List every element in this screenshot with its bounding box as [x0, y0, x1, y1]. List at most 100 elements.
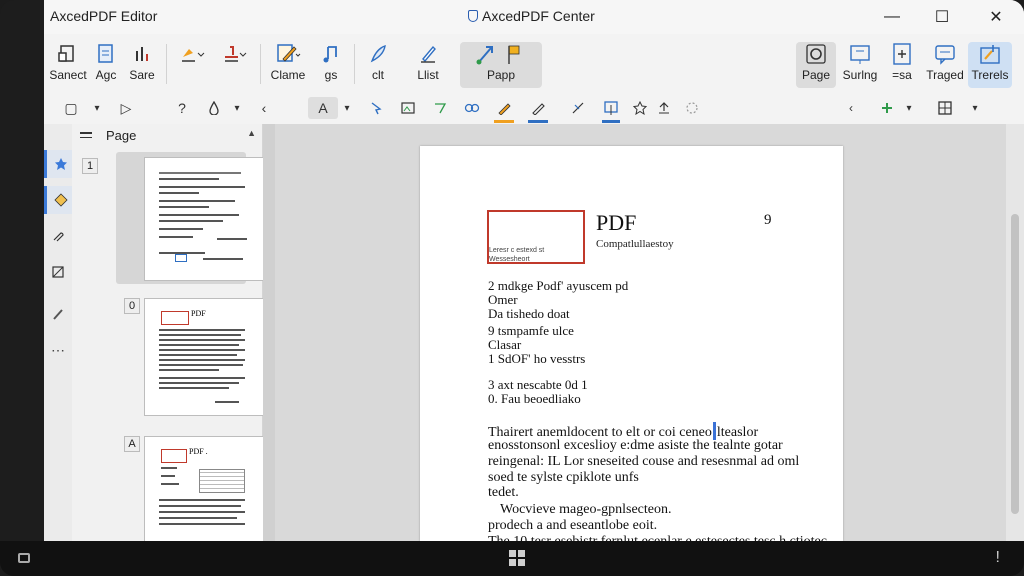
text-tool-button[interactable]: A — [308, 97, 338, 119]
comment-icon — [932, 42, 958, 66]
document-subtitle: Compatlullaestoy — [596, 238, 674, 250]
chevron-down-icon[interactable]: ▾ — [230, 97, 244, 119]
doc-line: Da tishedo doat — [488, 306, 570, 321]
help-button[interactable]: ? — [172, 97, 192, 119]
rail-bookmark-icon[interactable] — [44, 150, 75, 178]
thumbnail-page-2[interactable]: PDF — [144, 298, 264, 416]
ribbon-list-button[interactable]: Llist — [410, 42, 446, 88]
add-page-icon — [889, 42, 915, 66]
chevron-down-icon[interactable]: ▾ — [902, 97, 916, 119]
ribbon-label: Llist — [417, 68, 439, 82]
pencil-icon[interactable] — [526, 97, 550, 123]
play-icon[interactable]: ▷ — [116, 97, 136, 119]
doc-paragraph-line: reingenal: IL Lor sneseited couse and re… — [488, 454, 800, 469]
dotted-circle-icon[interactable] — [682, 97, 702, 119]
taskbar: ! — [0, 541, 1024, 576]
ribbon-page-button[interactable]: Agc — [88, 42, 124, 88]
start-icon[interactable] — [509, 550, 525, 566]
ribbon-add-page-button[interactable]: =sa — [884, 42, 920, 88]
chevron-down-icon[interactable]: ▾ — [90, 97, 104, 119]
rail-more-icon[interactable]: ⋯ — [44, 336, 72, 364]
highlight-icon — [179, 42, 205, 66]
back-button[interactable]: ‹ — [256, 97, 272, 119]
music-note-icon — [318, 42, 344, 66]
ribbon-separator — [166, 44, 167, 84]
ribbon-page-view-button[interactable]: Page — [796, 42, 836, 88]
thumbnail-page-3[interactable]: PDF . — [144, 436, 264, 543]
ribbon-label: =sa — [892, 68, 912, 82]
thumbnail-number: 0 — [124, 298, 140, 314]
save-icon[interactable] — [18, 553, 30, 563]
ribbon-separator — [260, 44, 261, 84]
ribbon-label: Clame — [270, 68, 306, 82]
ribbon-stamp-button[interactable] — [214, 42, 254, 88]
document-page-number: 9 — [764, 212, 772, 228]
zoom-in-icon[interactable] — [878, 97, 896, 119]
document-title: PDF — [596, 210, 637, 235]
doc-paragraph-line: Wocvieve mageo-gpnlsecteon. — [500, 502, 672, 517]
document-page[interactable]: Leresr c estexd st Wessesheort PDF Compa… — [420, 146, 843, 549]
ribbon-label: Sanect — [49, 68, 87, 82]
drop-icon[interactable] — [204, 97, 224, 119]
cut-icon[interactable] — [568, 97, 588, 119]
view-toggle-button[interactable]: ▢ — [60, 97, 82, 119]
center-title: AxcedPDF Center — [468, 8, 595, 24]
thumbnails-title: Page — [106, 127, 137, 143]
rail-paperclip-icon[interactable] — [44, 222, 72, 250]
ribbon-traged-button[interactable]: Traged — [924, 42, 966, 88]
highlighter-icon[interactable] — [492, 97, 516, 123]
upload-icon[interactable] — [654, 97, 674, 119]
title-bar: AxcedPDF Editor AxcedPDF Center — ☐ ✕ — [44, 0, 1024, 34]
chevron-down-icon[interactable]: ▾ — [968, 97, 982, 119]
link-icon[interactable] — [462, 97, 482, 119]
ribbon-select-button[interactable]: Sanect — [48, 42, 88, 88]
scroll-left-icon[interactable]: ‹ — [842, 97, 860, 119]
small-line: Leresr c estexd st — [489, 247, 545, 254]
secondary-toolbar: ▢ ▾ ▷ ? ▾ ‹ A ▾ ‹ ▾ ▾ — [44, 92, 1024, 125]
quill-icon — [415, 42, 441, 66]
doc-paragraph-line: tedet. — [488, 485, 519, 500]
device-frame: AxcedPDF Editor AxcedPDF Center — ☐ ✕ Sa… — [0, 0, 1024, 576]
maximize-button[interactable]: ☐ — [920, 4, 964, 30]
rail-diamond-icon[interactable] — [44, 186, 75, 214]
doc-paragraph-line: enosstonsonl exceslioy e:dme asiste the … — [488, 438, 783, 453]
shield-icon — [468, 10, 478, 22]
minimize-button[interactable]: — — [870, 4, 914, 30]
ribbon-separator — [354, 44, 355, 84]
star-icon[interactable] — [630, 97, 650, 119]
close-button[interactable]: ✕ — [974, 4, 1018, 30]
grid-icon[interactable] — [934, 97, 956, 119]
rail-pen-icon[interactable] — [44, 300, 72, 328]
ribbon-label: Trerels — [971, 68, 1009, 82]
ribbon: Sanect Agc Sare Clame gs clt Llist Papp … — [44, 34, 1024, 92]
arrow-flag-icon — [471, 42, 531, 66]
textbox-icon[interactable] — [600, 97, 622, 123]
left-bezel — [0, 0, 44, 541]
document-scrollbar[interactable] — [1006, 124, 1024, 541]
ribbon-share-button[interactable]: Sare — [124, 42, 160, 88]
ribbon-papp-button[interactable]: Papp — [460, 42, 542, 88]
scroll-up-icon[interactable]: ▲ — [247, 128, 256, 138]
menu-icon[interactable] — [80, 129, 92, 141]
ribbon-surlng-button[interactable]: Surlng — [840, 42, 880, 88]
doc-paragraph-line: soed te sylste cpiklote unfs — [488, 470, 639, 485]
ribbon-clt-button[interactable]: clt — [360, 42, 396, 88]
measure-icon[interactable] — [430, 97, 450, 119]
arrow-cursor-icon[interactable] — [366, 97, 386, 119]
thumbnail-page-1[interactable] — [144, 157, 264, 281]
document-ruler — [263, 124, 275, 541]
header-small-text: Leresr c estexd st Wessesheort — [489, 246, 544, 264]
center-title-text: AxcedPDF Center — [482, 8, 595, 24]
doc-line: 0. Fau beoedliako — [488, 391, 581, 406]
chevron-down-icon[interactable]: ▾ — [340, 97, 354, 119]
stamp-icon — [221, 42, 247, 66]
ribbon-highlight-button[interactable] — [172, 42, 212, 88]
document-scrollbar-thumb[interactable] — [1011, 214, 1019, 514]
select-icon — [55, 42, 81, 66]
ribbon-trerels-button[interactable]: Trerels — [968, 42, 1012, 88]
ribbon-claim-button[interactable]: Clame — [266, 42, 310, 88]
image-icon[interactable] — [398, 97, 418, 119]
alert-icon[interactable]: ! — [996, 549, 1000, 567]
ribbon-note-button[interactable]: gs — [314, 42, 348, 88]
rail-crop-icon[interactable] — [44, 258, 72, 286]
